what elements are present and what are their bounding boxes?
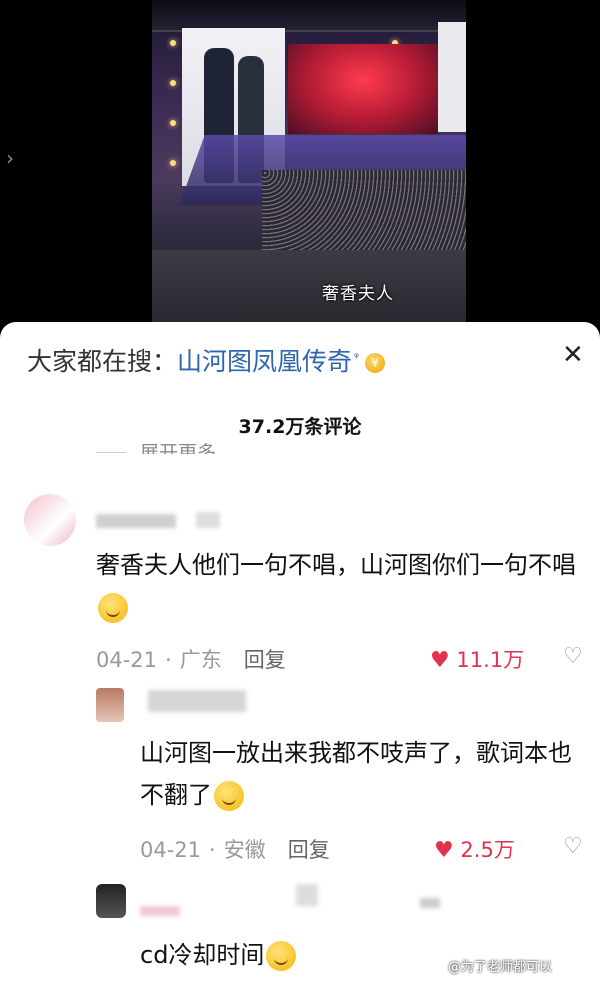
- comment-meta: 04-21 · 安徽 回复: [140, 838, 330, 862]
- expand-more-label: 展开更多: [140, 442, 217, 454]
- search-suggestion[interactable]: 大家都在搜：山河图凤凰传奇 ᵠ ¥: [27, 342, 386, 378]
- username-redacted: [196, 512, 220, 528]
- comment-text: 山河图一放出来我都不吱声了，歌词本也不翻了: [140, 732, 590, 816]
- comment-meta: 04-21 · 广东 回复: [96, 648, 286, 672]
- expand-more-button[interactable]: 展开更多 ⌄: [140, 438, 238, 454]
- video-caption: 奢香夫人: [322, 284, 394, 304]
- smirk-emoji-icon: [266, 941, 297, 971]
- pleading-emoji-icon: [98, 593, 128, 623]
- username-redacted: [296, 884, 318, 906]
- right-led-screen: [438, 22, 466, 132]
- video-player[interactable]: 奢香夫人 ›: [0, 0, 600, 330]
- like-button[interactable]: ♥ 2.5万: [434, 834, 515, 864]
- concert-video-frame[interactable]: 奢香夫人: [152, 0, 466, 322]
- like-count: 2.5万: [460, 838, 515, 862]
- username-redacted[interactable]: [148, 690, 246, 712]
- avatar[interactable]: [24, 494, 76, 546]
- search-term-link[interactable]: 山河图凤凰传奇: [177, 347, 352, 376]
- username-redacted: [140, 906, 180, 916]
- comment-sheet: 大家都在搜：山河图凤凰传奇 ᵠ ¥ ✕ 37.2万条评论 展开更多 ⌄ 奢香夫人他们…: [0, 322, 600, 987]
- avatar[interactable]: [96, 688, 124, 722]
- stage-light: [170, 80, 176, 86]
- watermark: @为了老师都可以: [448, 960, 553, 975]
- search-prefix: 大家都在搜：: [27, 347, 178, 376]
- stage-light: [170, 40, 176, 46]
- avatar[interactable]: [96, 884, 126, 918]
- comment-text-content: 奢香夫人他们一句不唱，山河图你们一句不唱: [96, 551, 576, 579]
- stage-light: [170, 160, 176, 166]
- divider: [96, 452, 126, 453]
- comment-text-content: cd冷却时间: [140, 941, 265, 969]
- reply-button[interactable]: 回复: [288, 838, 330, 862]
- comment-location: 广东: [179, 648, 222, 672]
- heart-icon: ♥: [430, 648, 450, 673]
- reply-button[interactable]: 回复: [244, 648, 286, 672]
- chevron-down-icon: ⌄: [222, 442, 238, 454]
- center-led-screen: [288, 44, 438, 134]
- chevron-right-icon[interactable]: ›: [6, 146, 14, 170]
- close-button[interactable]: ✕: [562, 340, 584, 370]
- like-count: 11.1万: [456, 648, 525, 672]
- comment-date: 04-21: [96, 648, 158, 672]
- laughing-emoji-icon: [214, 781, 244, 811]
- stage-light: [170, 120, 176, 126]
- comment-date: 04-21: [140, 838, 202, 862]
- comment-text: 奢香夫人他们一句不唱，山河图你们一句不唱: [96, 544, 586, 628]
- comment-count: 37.2万条评论: [238, 416, 362, 438]
- comment-text-content: 山河图一放出来我都不吱声了，歌词本也不翻了: [140, 739, 572, 809]
- arena-floor: [152, 250, 466, 322]
- dislike-icon[interactable]: ♡: [563, 834, 583, 859]
- heart-icon: ♥: [434, 838, 454, 863]
- comment-location: 安徽: [223, 838, 266, 862]
- username-redacted[interactable]: [96, 514, 176, 528]
- like-button[interactable]: ♥ 11.1万: [430, 644, 524, 674]
- coin-icon: ¥: [365, 353, 386, 373]
- dislike-icon[interactable]: ♡: [563, 644, 583, 669]
- username-redacted: [420, 898, 440, 908]
- search-icon: ᵠ: [354, 349, 360, 364]
